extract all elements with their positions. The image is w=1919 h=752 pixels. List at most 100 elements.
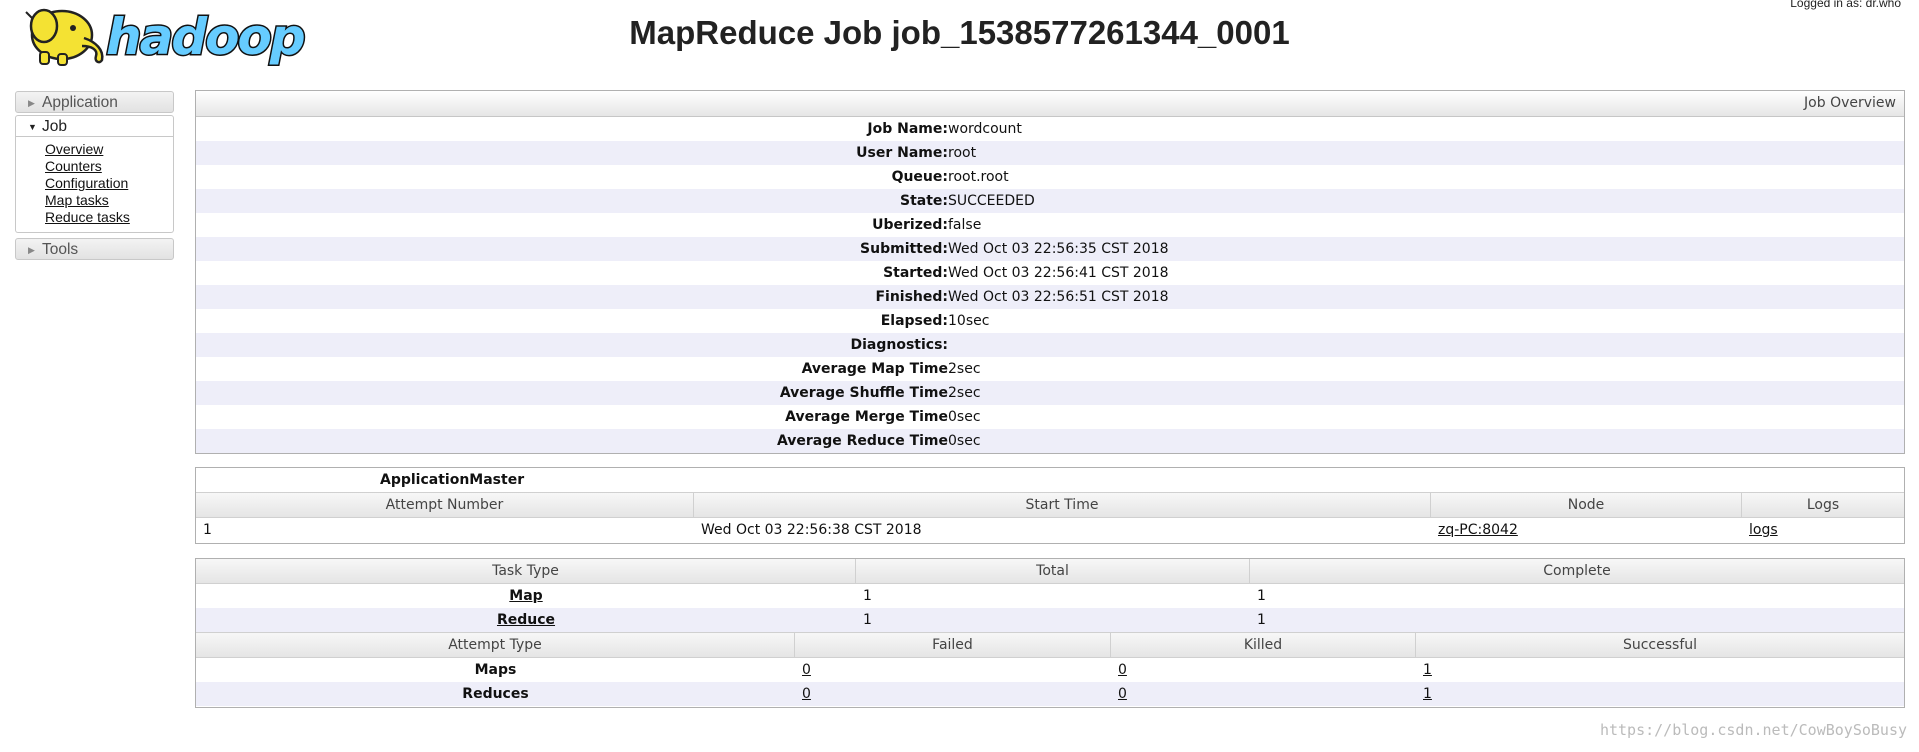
sidebar-link-map-tasks[interactable]: Map tasks xyxy=(45,192,173,209)
start-time: Wed Oct 03 22:56:38 CST 2018 xyxy=(701,522,922,538)
info-key: Submitted: xyxy=(860,241,948,257)
column-header[interactable]: Task Type xyxy=(196,559,856,583)
sidebar-section-job[interactable]: ▼ Job xyxy=(15,115,174,137)
logs-link[interactable]: logs xyxy=(1749,522,1778,538)
info-key: Average Map Time xyxy=(801,361,948,377)
info-key: Average Shuffle Time xyxy=(779,385,948,401)
column-header[interactable]: Node xyxy=(1431,493,1742,517)
info-value: 10sec xyxy=(948,313,990,329)
info-value: 2sec xyxy=(948,361,981,377)
info-value: Wed Oct 03 22:56:35 CST 2018 xyxy=(948,241,1169,257)
attempt-type: Reduces xyxy=(462,686,529,702)
sidebar-link-overview[interactable]: Overview xyxy=(45,141,173,158)
table-row: Reduce 1 1 xyxy=(196,608,1904,632)
table-header-row: Attempt Type Failed Killed Successful xyxy=(196,632,1904,658)
reduces-failed-link[interactable]: 0 xyxy=(802,686,811,702)
info-value: Wed Oct 03 22:56:41 CST 2018 xyxy=(948,265,1169,281)
table-row: Reduces 0 0 1 xyxy=(196,682,1904,706)
info-key: Uberized: xyxy=(872,217,948,233)
info-value: wordcount xyxy=(948,121,1022,137)
sidebar-section-label: Application xyxy=(42,94,118,111)
info-row-user-name: User Name: root xyxy=(196,141,1904,165)
reduce-complete: 1 xyxy=(1257,612,1266,628)
reduces-killed-link[interactable]: 0 xyxy=(1118,686,1127,702)
page-title: MapReduce Job job_1538577261344_0001 xyxy=(629,14,1290,51)
triangle-right-icon: ▶ xyxy=(28,98,35,108)
info-key: Finished: xyxy=(875,289,948,305)
sidebar-section-label: Tools xyxy=(42,241,79,258)
info-value: 2sec xyxy=(948,385,981,401)
tasks-table: Task Type Total Complete Map 1 1 Reduce … xyxy=(195,558,1905,708)
info-value: false xyxy=(948,217,982,233)
info-key: Job Name: xyxy=(867,121,948,137)
info-row-diagnostics: Diagnostics: xyxy=(196,333,1904,357)
map-complete: 1 xyxy=(1257,588,1266,604)
sidebar-section-label: Job xyxy=(42,118,67,135)
sidebar-link-configuration[interactable]: Configuration xyxy=(45,175,173,192)
column-header[interactable]: Failed xyxy=(795,633,1111,657)
info-row-finished: Finished: Wed Oct 03 22:56:51 CST 2018 xyxy=(196,285,1904,309)
info-key: Diagnostics: xyxy=(850,337,948,353)
info-key: State: xyxy=(899,193,948,209)
triangle-down-icon: ▼ xyxy=(28,122,37,132)
info-row-avg-merge-time: Average Merge Time 0sec xyxy=(196,405,1904,429)
info-row-started: Started: Wed Oct 03 22:56:41 CST 2018 xyxy=(196,261,1904,285)
reduces-successful-link[interactable]: 1 xyxy=(1423,686,1432,702)
column-header[interactable]: Total xyxy=(856,559,1250,583)
watermark: https://blog.csdn.net/CowBoySoBusy xyxy=(1599,721,1907,739)
table-row: 1 Wed Oct 03 22:56:38 CST 2018 zq-PC:804… xyxy=(196,518,1904,542)
sidebar-link-reduce-tasks[interactable]: Reduce tasks xyxy=(45,209,173,226)
column-header[interactable]: Killed xyxy=(1111,633,1416,657)
maps-killed-link[interactable]: 0 xyxy=(1118,662,1127,678)
reduce-tasks-link[interactable]: Reduce xyxy=(497,612,555,628)
info-value: root.root xyxy=(948,169,1009,185)
job-overview-title: Job Overview xyxy=(196,91,1904,117)
info-row-submitted: Submitted: Wed Oct 03 22:56:35 CST 2018 xyxy=(196,237,1904,261)
reduce-total: 1 xyxy=(863,612,872,628)
info-row-state: State: SUCCEEDED xyxy=(196,189,1904,213)
info-key: Queue: xyxy=(891,169,948,185)
info-key: Average Merge Time xyxy=(785,409,948,425)
info-row-uberized: Uberized: false xyxy=(196,213,1904,237)
application-master-table: ApplicationMaster Attempt Number Start T… xyxy=(195,467,1905,544)
column-header[interactable]: Complete xyxy=(1250,559,1904,583)
column-header[interactable]: Successful xyxy=(1416,633,1904,657)
attempt-type: Maps xyxy=(474,662,517,678)
map-tasks-link[interactable]: Map xyxy=(509,588,542,604)
sidebar: ▶ Application ▼ Job Overview Counters Co… xyxy=(15,91,174,260)
info-key: User Name: xyxy=(856,145,948,161)
info-key: Average Reduce Time xyxy=(776,433,948,449)
column-header[interactable]: Attempt Type xyxy=(196,633,795,657)
info-value: Wed Oct 03 22:56:51 CST 2018 xyxy=(948,289,1169,305)
attempt-number: 1 xyxy=(203,522,212,538)
info-key: Elapsed: xyxy=(880,313,948,329)
info-row-avg-reduce-time: Average Reduce Time 0sec xyxy=(196,429,1904,453)
node-link[interactable]: zq-PC:8042 xyxy=(1438,522,1518,538)
column-header[interactable]: Start Time xyxy=(694,493,1431,517)
info-row-queue: Queue: root.root xyxy=(196,165,1904,189)
sidebar-link-counters[interactable]: Counters xyxy=(45,158,173,175)
info-row-elapsed: Elapsed: 10sec xyxy=(196,309,1904,333)
logged-in-label: Logged in as: dr.who xyxy=(1790,0,1901,10)
info-key: Started: xyxy=(883,265,948,281)
table-header-row: Attempt Number Start Time Node Logs xyxy=(196,492,1904,518)
column-header[interactable]: Logs xyxy=(1742,493,1904,517)
maps-failed-link[interactable]: 0 xyxy=(802,662,811,678)
sidebar-job-links: Overview Counters Configuration Map task… xyxy=(15,137,174,233)
sidebar-section-application[interactable]: ▶ Application xyxy=(15,91,174,113)
table-header-row: Task Type Total Complete xyxy=(196,559,1904,584)
info-value: 0sec xyxy=(948,409,981,425)
triangle-right-icon: ▶ xyxy=(28,245,35,255)
application-master-title: ApplicationMaster xyxy=(380,472,525,488)
info-value: SUCCEEDED xyxy=(948,193,1035,209)
info-row-avg-shuffle-time: Average Shuffle Time 2sec xyxy=(196,381,1904,405)
table-row: Maps 0 0 1 xyxy=(196,658,1904,682)
column-header[interactable]: Attempt Number xyxy=(196,493,694,517)
sidebar-section-tools[interactable]: ▶ Tools xyxy=(15,238,174,260)
info-value: root xyxy=(948,145,977,161)
info-row-job-name: Job Name: wordcount xyxy=(196,117,1904,141)
map-total: 1 xyxy=(863,588,872,604)
maps-successful-link[interactable]: 1 xyxy=(1423,662,1432,678)
job-overview-table: Job Overview Job Name: wordcount User Na… xyxy=(195,90,1905,454)
table-row: Map 1 1 xyxy=(196,584,1904,608)
